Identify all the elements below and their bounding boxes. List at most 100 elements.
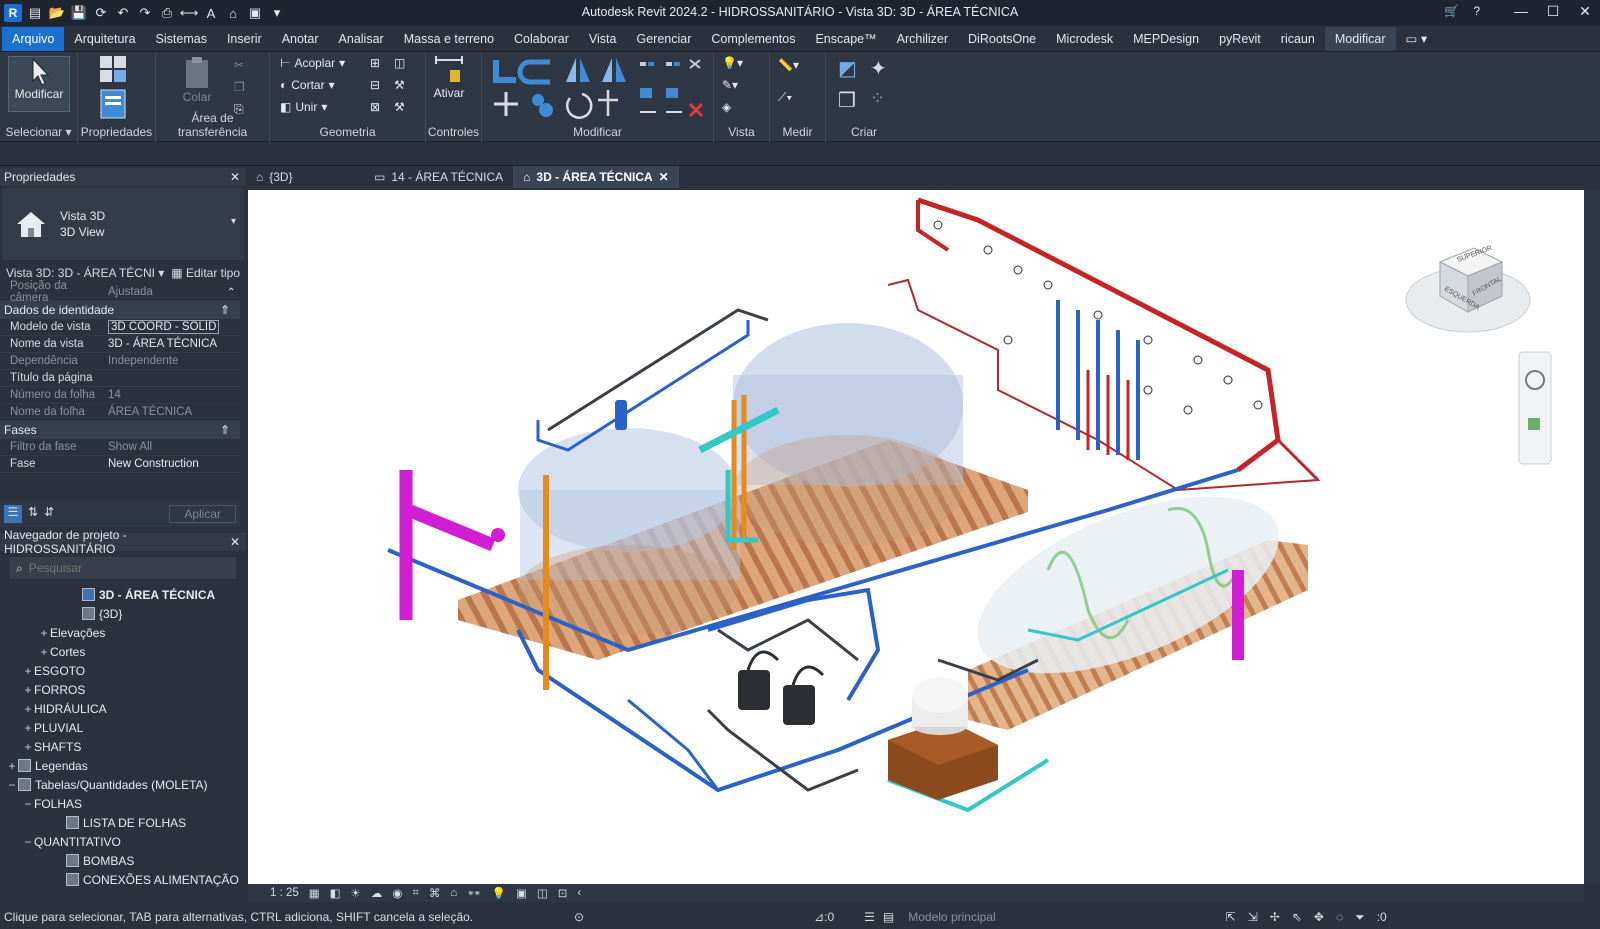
menu-tab-vista[interactable]: Vista	[579, 27, 627, 51]
split-face-icon[interactable]: ◫	[394, 56, 405, 70]
close-icon[interactable]: ✕	[230, 535, 240, 549]
browser-search[interactable]: ⌕	[10, 557, 236, 579]
customize-icon[interactable]: ▾	[268, 4, 286, 22]
create-parts-icon[interactable]: ✦	[870, 56, 887, 81]
viewport-scrollbar[interactable]	[1584, 190, 1600, 884]
print-icon[interactable]: ⎙	[158, 4, 176, 22]
expand-icon[interactable]: +	[22, 664, 34, 678]
sort-za-icon[interactable]: ⇵	[44, 505, 54, 523]
sync-icon[interactable]: ⟳	[92, 4, 110, 22]
menu-tab-arquitetura[interactable]: Arquitetura	[64, 27, 145, 51]
ribbon-toggle-icon[interactable]: ▭ ▾	[1396, 27, 1438, 51]
view-tab-14-area-tecnica[interactable]: ▭ 14 - ÁREA TÉCNICA	[364, 166, 513, 188]
create-assembly-icon[interactable]: ◩	[838, 56, 857, 81]
menu-tab-massa-e-terreno[interactable]: Massa e terreno	[394, 27, 504, 51]
render-icon[interactable]: ◉	[392, 886, 402, 900]
remove-paint-icon[interactable]: ⊠	[370, 100, 380, 114]
browser-item-hidraulica[interactable]: + HIDRÁULICA	[0, 699, 246, 718]
browser-item-shafts[interactable]: + SHAFTS	[0, 737, 246, 756]
close-icon[interactable]: ✕	[659, 170, 669, 184]
paint-icon[interactable]: ⊟	[370, 78, 380, 92]
browser-item-conexoes-alimentacao[interactable]: CONEXÕES ALIMENTAÇÃO	[0, 870, 246, 889]
expand-icon[interactable]: +	[6, 759, 18, 773]
model-icon[interactable]: ▤	[883, 910, 894, 924]
expand-icon[interactable]: +	[22, 683, 34, 697]
property-row[interactable]: Título da página	[0, 370, 240, 387]
property-row[interactable]: Modelo de vista 3D COORD - SOLID	[0, 319, 240, 336]
property-row[interactable]: Número da folha 14	[0, 387, 240, 404]
hammer-icon[interactable]: ⚒	[394, 100, 405, 114]
menu-tab-microdesk[interactable]: Microdesk	[1046, 27, 1123, 51]
expand-icon[interactable]: +	[22, 721, 34, 735]
categorized-icon[interactable]: ☰	[4, 505, 22, 523]
menu-tab-anotar[interactable]: Anotar	[272, 27, 329, 51]
expand-icon[interactable]: +	[38, 626, 50, 640]
scroll-left-icon[interactable]: ‹	[577, 887, 581, 899]
cold-water-risers[interactable]	[1056, 300, 1140, 460]
redo-icon[interactable]: ↷	[136, 4, 154, 22]
property-value[interactable]: ÁREA TÉCNICA	[108, 406, 192, 418]
help-icon[interactable]: ?	[1473, 4, 1480, 18]
constraints-icon[interactable]: ⊡	[558, 886, 568, 900]
browser-item-bombas[interactable]: BOMBAS	[0, 851, 246, 870]
chevron-up-icon[interactable]: ⌃	[226, 285, 236, 299]
temp-hide-icon[interactable]: 👓	[467, 886, 481, 900]
filter-icon[interactable]: ⏷	[1355, 910, 1365, 925]
menu-tab-gerenciar[interactable]: Gerenciar	[627, 27, 702, 51]
scale-value[interactable]: 1 : 25	[270, 887, 299, 899]
browser-item-pluvial[interactable]: + PLUVIAL	[0, 718, 246, 737]
type-selector[interactable]: Vista 3D 3D View ▾	[2, 188, 244, 260]
reveal-hidden-icon[interactable]: 💡	[492, 886, 506, 900]
analytical-icon[interactable]: ◫	[537, 886, 548, 900]
browser-item-folhas[interactable]: − FOLHAS	[0, 794, 246, 813]
property-value[interactable]: Independente	[108, 355, 178, 367]
expand-icon[interactable]: +	[22, 740, 34, 754]
detail-level-icon[interactable]: ▦	[309, 886, 320, 900]
menu-tab-sistemas[interactable]: Sistemas	[146, 27, 217, 51]
wall-joins-icon[interactable]: ⊞	[370, 56, 380, 70]
text-icon[interactable]: A	[202, 4, 220, 22]
3d-viewport[interactable]: SUPERIOR ESQUERDA FRONTAL	[248, 190, 1584, 884]
hide-icon[interactable]: ◈	[722, 100, 731, 114]
identity-section[interactable]: Dados de identidade ⇑	[0, 301, 240, 319]
edit-type-button[interactable]: ▦ Editar tipo	[171, 266, 240, 280]
default-3d-icon[interactable]: ⌂	[224, 4, 242, 22]
crop-view-icon[interactable]: ⌗	[412, 887, 418, 900]
measure-icon[interactable]: ⟷	[180, 4, 199, 22]
select-underlay-icon[interactable]: ⇲	[1248, 910, 1258, 925]
collapse-icon[interactable]: −	[22, 797, 34, 811]
switch-windows-icon[interactable]: ▣	[246, 4, 264, 22]
main-model-label[interactable]: Modelo principal	[908, 910, 995, 924]
cart-icon[interactable]: 🛒	[1444, 4, 1459, 18]
menu-tab-colaborar[interactable]: Colaborar	[504, 27, 579, 51]
select-pinned-icon[interactable]: ✢	[1270, 910, 1280, 925]
editable-icon[interactable]: ⊿	[814, 910, 824, 924]
property-value[interactable]: 3D - ÁREA TÉCNICA	[108, 338, 217, 350]
instance-selector[interactable]: Vista 3D: 3D - ÁREA TÉCNI ▾	[6, 266, 164, 280]
properties-button[interactable]	[98, 88, 128, 122]
modificar-button[interactable]: Modificar	[8, 56, 70, 112]
menu-tab-enscape[interactable]: Enscape™	[805, 27, 886, 51]
browser-item-esgoto[interactable]: + ESGOTO	[0, 661, 246, 680]
menu-tab-inserir[interactable]: Inserir	[217, 27, 272, 51]
cut-icon[interactable]: ✂	[234, 58, 244, 72]
menu-tab-complementos[interactable]: Complementos	[701, 27, 805, 51]
acoplar-button[interactable]: ⊢ Acoplar ▾	[280, 56, 345, 70]
property-value[interactable]: Show All	[108, 441, 152, 453]
selecionar-label[interactable]: Selecionar ▾	[0, 125, 77, 139]
property-row[interactable]: Filtro da fase Show All	[0, 439, 240, 456]
browser-item-forros[interactable]: + FORROS	[0, 680, 246, 699]
collapse-icon[interactable]: −	[6, 778, 18, 792]
close-icon[interactable]: ✕	[230, 170, 240, 184]
phases-section[interactable]: Fases ⇑	[0, 421, 240, 439]
lock-view-icon[interactable]: ⌂	[450, 887, 457, 899]
menu-tab-mepdesign[interactable]: MEPDesign	[1123, 27, 1209, 51]
property-row[interactable]: Nome da vista 3D - ÁREA TÉCNICA	[0, 336, 240, 353]
menu-tab-ricaun[interactable]: ricaun	[1271, 27, 1325, 51]
menu-tab-archilizer[interactable]: Archilizer	[887, 27, 958, 51]
browser-item-3d[interactable]: {3D}	[0, 604, 246, 623]
navigation-bar[interactable]	[1518, 351, 1552, 465]
linework-icon[interactable]: ✎▾	[722, 78, 738, 92]
browser-item-cortes[interactable]: + Cortes	[0, 642, 246, 661]
pump-group[interactable]	[738, 650, 825, 725]
